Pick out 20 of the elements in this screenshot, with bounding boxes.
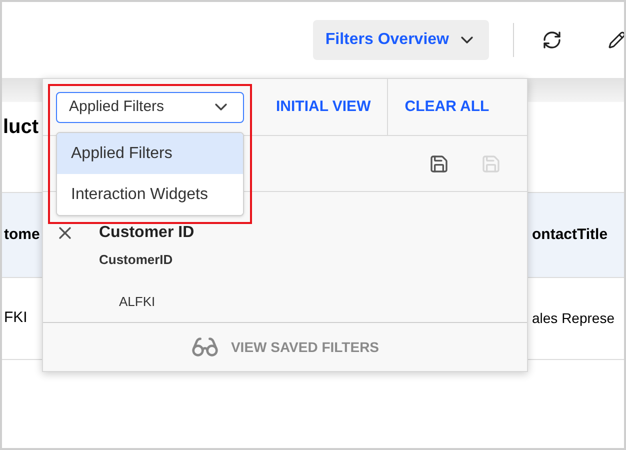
- filter-field-name: Customer ID: [99, 224, 194, 242]
- filter-column-name: CustomerID: [99, 251, 173, 269]
- initial-view-button[interactable]: INITIAL VIEW: [276, 79, 387, 135]
- view-select[interactable]: Applied Filters: [56, 92, 244, 122]
- table-cell-text: FKI: [4, 308, 28, 328]
- column-header: ontactTitle: [532, 224, 609, 245]
- filter-value: ALFKI: [119, 292, 156, 310]
- save-icon: [429, 154, 449, 174]
- view-select-button[interactable]: Filters Overview: [313, 20, 489, 60]
- clear-all-button[interactable]: CLEAR ALL: [404, 79, 490, 135]
- page-title: luct: [3, 115, 39, 140]
- dropdown-option[interactable]: Interaction Widgets: [57, 174, 243, 215]
- table-cell-text: ales Represe: [532, 309, 616, 328]
- column-header: tome: [4, 224, 40, 245]
- save-icon: [481, 154, 501, 174]
- pencil-icon: [608, 31, 624, 49]
- view-saved-filters-link[interactable]: VIEW SAVED FILTERS: [43, 323, 527, 371]
- dropdown-option[interactable]: Applied Filters: [57, 133, 243, 174]
- save-button[interactable]: [429, 154, 449, 174]
- refresh-icon: [542, 30, 562, 50]
